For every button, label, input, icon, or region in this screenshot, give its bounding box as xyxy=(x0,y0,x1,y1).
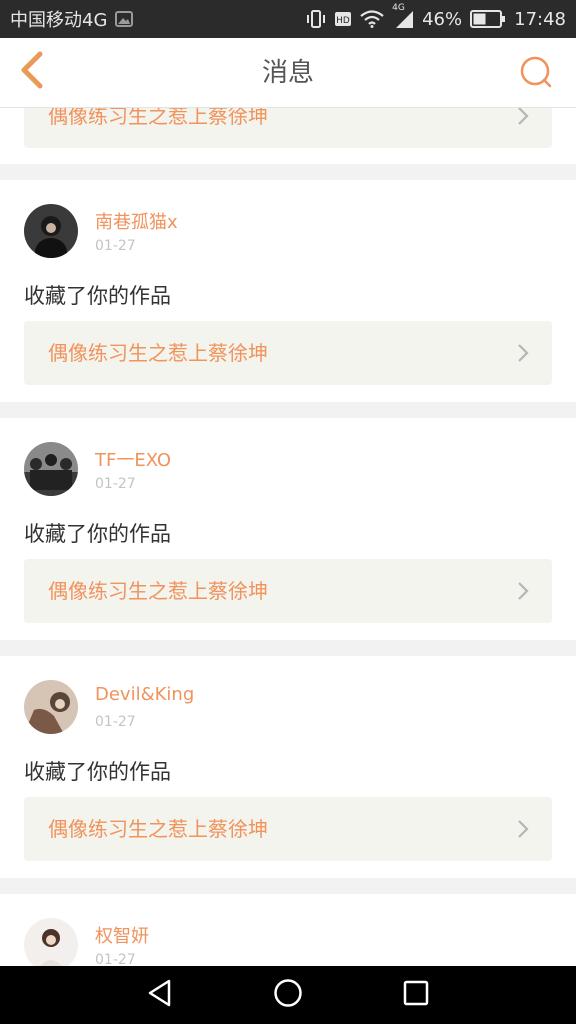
gallery-notification-icon xyxy=(115,11,134,27)
work-link-button[interactable]: 偶像练习生之惹上蔡徐坤 xyxy=(24,559,552,623)
work-title: 偶像练习生之惹上蔡徐坤 xyxy=(48,817,268,841)
action-text: 收藏了你的作品 xyxy=(24,760,171,784)
action-text: 收藏了你的作品 xyxy=(24,522,171,546)
network-type-label: 4G xyxy=(392,3,405,13)
chevron-right-icon xyxy=(516,819,530,839)
work-link-button[interactable]: 偶像练习生之惹上蔡徐坤 xyxy=(24,321,552,385)
search-button[interactable] xyxy=(516,54,556,94)
avatar[interactable] xyxy=(24,442,78,496)
date: 01-27 xyxy=(95,714,136,730)
nav-back-button[interactable] xyxy=(143,978,177,1012)
work-title: 偶像练习生之惹上蔡徐坤 xyxy=(48,108,268,128)
date: 01-27 xyxy=(95,476,136,492)
clock: 17:48 xyxy=(514,8,566,30)
notification-card: Devil&King 01-27 收藏了你的作品 偶像练习生之惹上蔡徐坤 xyxy=(0,656,576,878)
home-circle-icon xyxy=(273,978,303,1012)
wifi-icon xyxy=(360,10,384,28)
header-bar: 消息 xyxy=(0,38,576,108)
nav-recents-button[interactable] xyxy=(399,978,433,1012)
back-triangle-icon xyxy=(145,978,175,1012)
search-icon xyxy=(519,55,553,93)
notification-card: 权智妍 01-27 xyxy=(0,894,576,966)
recents-square-icon xyxy=(401,978,431,1012)
vibrate-icon xyxy=(306,9,326,29)
notification-card: 南巷孤猫x 01-27 收藏了你的作品 偶像练习生之惹上蔡徐坤 xyxy=(0,180,576,402)
battery-icon xyxy=(470,10,506,28)
nav-home-button[interactable] xyxy=(271,978,305,1012)
battery-percent: 46% xyxy=(422,8,463,30)
username[interactable]: TF一EXO xyxy=(95,446,171,472)
status-bar: 中国移动4G HD 4G 46% 17:48 xyxy=(0,0,576,38)
message-list[interactable]: 偶像练习生之惹上蔡徐坤 南巷孤猫x 01-27 收藏了你的作品 偶像练习生之惹上… xyxy=(0,108,576,966)
chevron-right-icon xyxy=(516,343,530,363)
username[interactable]: 南巷孤猫x xyxy=(95,208,178,234)
username[interactable]: 权智妍 xyxy=(95,922,149,948)
work-title: 偶像练习生之惹上蔡徐坤 xyxy=(48,579,268,603)
notification-card: 偶像练习生之惹上蔡徐坤 xyxy=(0,108,576,164)
svg-text:HD: HD xyxy=(336,16,350,26)
work-link-button[interactable]: 偶像练习生之惹上蔡徐坤 xyxy=(24,108,552,148)
avatar[interactable] xyxy=(24,918,78,966)
hd-icon: HD xyxy=(334,11,352,27)
username[interactable]: Devil&King xyxy=(95,684,194,705)
date: 01-27 xyxy=(95,952,136,966)
chevron-right-icon xyxy=(516,108,530,126)
status-left: 中国移动4G xyxy=(10,0,134,38)
work-title: 偶像练习生之惹上蔡徐坤 xyxy=(48,341,268,365)
notification-card: TF一EXO 01-27 收藏了你的作品 偶像练习生之惹上蔡徐坤 xyxy=(0,418,576,640)
status-right: HD 4G 46% 17:48 xyxy=(306,0,566,38)
carrier-label: 中国移动4G xyxy=(10,10,108,31)
date: 01-27 xyxy=(95,238,136,254)
chevron-right-icon xyxy=(516,581,530,601)
system-navigation-bar xyxy=(0,966,576,1024)
action-text: 收藏了你的作品 xyxy=(24,284,171,308)
avatar[interactable] xyxy=(24,204,78,258)
avatar[interactable] xyxy=(24,680,78,734)
page-title: 消息 xyxy=(261,58,314,88)
work-link-button[interactable]: 偶像练习生之惹上蔡徐坤 xyxy=(24,797,552,861)
signal-icon: 4G xyxy=(392,3,414,29)
